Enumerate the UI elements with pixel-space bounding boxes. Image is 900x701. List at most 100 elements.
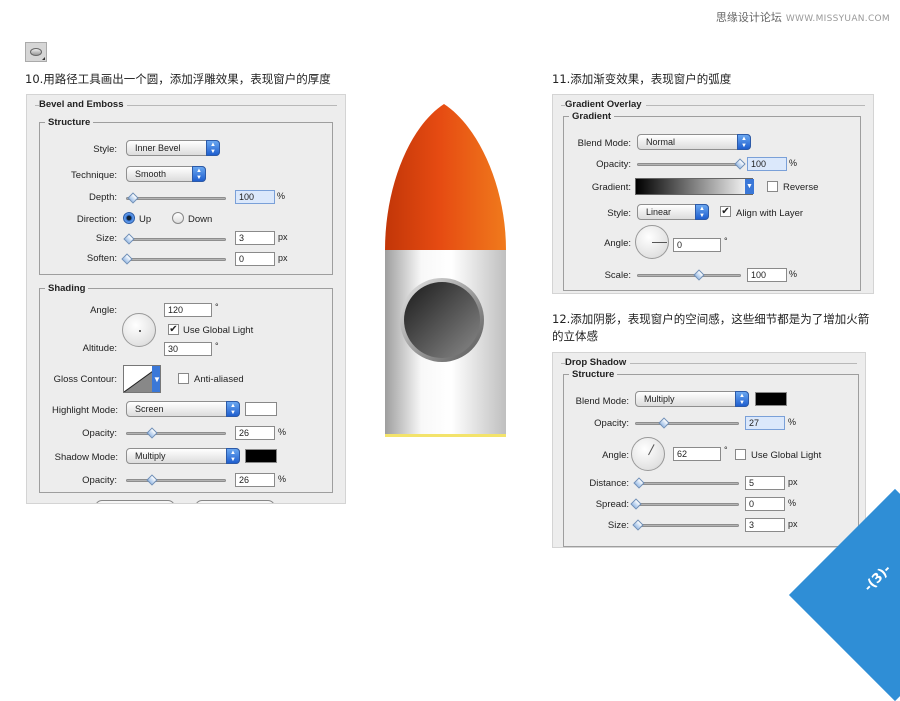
ellipse-tool-icon (25, 42, 47, 62)
altitude-label: Altitude: (82, 343, 117, 354)
soften-input[interactable]: 0 (235, 252, 275, 266)
style-select[interactable]: Inner Bevel ▲ ▼ (126, 140, 220, 156)
highlight-opacity-label: Opacity: (82, 428, 117, 439)
gloss-contour-picker[interactable]: ▼ (123, 365, 161, 393)
angle-dial[interactable] (635, 225, 669, 259)
size-label: Size: (607, 520, 629, 531)
size-slider[interactable] (123, 233, 226, 245)
chevron-updown-icon: ▲ ▼ (695, 204, 709, 220)
highlight-opacity-input[interactable]: 26 (235, 426, 275, 440)
watermark-site: WWW.MISSYUAN.COM (785, 14, 890, 24)
angle-unit: ° (215, 302, 219, 312)
panel-title: Drop Shadow (565, 357, 631, 368)
altitude-input[interactable]: 30 (164, 342, 212, 356)
scale-slider[interactable] (637, 269, 741, 281)
shadow-opacity-unit: % (278, 474, 287, 484)
technique-select[interactable]: Smooth ▲ ▼ (126, 166, 206, 182)
depth-unit: % (277, 191, 286, 201)
gradient-picker[interactable] (635, 178, 753, 195)
angle-label: Angle: (602, 450, 629, 461)
size-input[interactable]: 3 (235, 231, 275, 245)
highlight-color-swatch[interactable] (245, 402, 277, 416)
highlight-mode-label: Highlight Mode: (51, 405, 118, 416)
anti-aliased-label: Anti-aliased (194, 374, 244, 385)
direction-up-radio[interactable] (123, 212, 135, 224)
watermark-text: 思缘设计论坛 (715, 11, 782, 24)
angle-input[interactable]: 62 (673, 447, 721, 461)
opacity-slider[interactable] (637, 158, 746, 170)
opacity-unit: % (789, 158, 798, 168)
svg-text:▼: ▼ (153, 375, 160, 384)
shadow-opacity-input[interactable]: 26 (235, 473, 275, 487)
bevel-emboss-panel: Bevel and Emboss Structure Style: Inner … (26, 94, 346, 504)
technique-label: Technique: (71, 170, 117, 181)
angle-dial[interactable] (122, 313, 156, 347)
hidden-button-right[interactable] (195, 500, 275, 503)
scale-unit: % (789, 269, 798, 279)
angle-input[interactable]: 120 (164, 303, 212, 317)
rocket-illustration (385, 104, 506, 437)
watermark: 思缘设计论坛 WWW.MISSYUAN.COM (716, 9, 890, 25)
opacity-input[interactable]: 27 (745, 416, 785, 430)
anti-aliased-checkbox[interactable] (178, 373, 189, 384)
chevron-updown-icon: ▲ ▼ (735, 391, 749, 407)
shadow-color-swatch[interactable] (245, 449, 277, 463)
global-light-checkbox[interactable]: ✔ (168, 324, 179, 335)
reverse-checkbox[interactable] (767, 181, 778, 192)
scale-label: Scale: (604, 270, 631, 281)
spread-slider[interactable] (630, 498, 739, 510)
soften-slider[interactable] (121, 253, 226, 265)
highlight-opacity-slider[interactable] (126, 427, 226, 439)
highlight-mode-select[interactable]: Screen ▲ ▼ (126, 401, 240, 417)
global-light-checkbox[interactable] (735, 449, 746, 460)
depth-input[interactable]: 100 (235, 190, 275, 204)
blend-mode-select[interactable]: Normal ▲ ▼ (637, 134, 751, 150)
gradient-overlay-panel: Gradient Overlay Gradient Blend Mode: No… (552, 94, 874, 294)
panel-title: Gradient Overlay (565, 99, 646, 110)
opacity-label: Opacity: (594, 418, 629, 429)
size-label: Size: (95, 233, 117, 244)
align-layer-checkbox[interactable]: ✔ (720, 206, 731, 217)
highlight-opacity-unit: % (278, 427, 287, 437)
altitude-unit: ° (215, 341, 219, 351)
distance-input[interactable]: 5 (745, 476, 785, 490)
contour-preview-icon: ▼ (124, 366, 160, 392)
chevron-updown-icon: ▲ ▼ (737, 134, 751, 150)
chevron-updown-icon: ▲ ▼ (226, 448, 240, 464)
step10-caption: 10.用路径工具画出一个圆，添加浮雕效果，表现窗户的厚度 (25, 72, 331, 86)
angle-input[interactable]: 0 (673, 238, 721, 252)
spread-input[interactable]: 0 (745, 497, 785, 511)
gloss-contour-label: Gloss Contour: (53, 374, 117, 385)
panel-title: Bevel and Emboss (39, 99, 128, 110)
shadow-mode-select[interactable]: Multiply ▲ ▼ (126, 448, 240, 464)
step11-caption: 11.添加渐变效果，表现窗户的弧度 (552, 72, 732, 86)
spread-unit: % (788, 498, 797, 508)
hidden-button-left[interactable] (95, 500, 175, 503)
opacity-input[interactable]: 100 (747, 157, 787, 171)
size-input[interactable]: 3 (745, 518, 785, 532)
direction-down-label: Down (188, 214, 213, 225)
blend-mode-label: Blend Mode: (577, 138, 631, 149)
depth-slider[interactable] (126, 192, 226, 204)
soften-unit: px (278, 253, 288, 263)
angle-dial[interactable] (631, 437, 665, 471)
blend-mode-select[interactable]: Multiply ▲ ▼ (635, 391, 749, 407)
gradient-dropdown-icon[interactable]: ▼ (745, 179, 754, 194)
direction-down-radio[interactable] (172, 212, 184, 224)
highlight-mode-value: Screen (135, 404, 164, 414)
size-slider[interactable] (632, 519, 739, 531)
step12-caption: 12.添加阴影，表现窗户的空间感，这些细节都是为了增加火箭的立体感 (552, 312, 870, 343)
angle-label: Angle: (90, 305, 117, 316)
depth-label: Depth: (89, 192, 117, 203)
global-light-label: Use Global Light (183, 325, 254, 336)
opacity-slider[interactable] (635, 417, 739, 429)
style-select[interactable]: Linear ▲ ▼ (637, 204, 709, 220)
shadow-color-swatch[interactable] (755, 392, 787, 406)
chevron-updown-icon: ▲ ▼ (192, 166, 206, 182)
shadow-mode-label: Shadow Mode: (54, 452, 118, 463)
reverse-label: Reverse (783, 182, 819, 193)
shadow-opacity-slider[interactable] (126, 474, 226, 486)
scale-input[interactable]: 100 (747, 268, 787, 282)
distance-slider[interactable] (633, 477, 739, 489)
shading-legend: Shading (48, 283, 86, 294)
